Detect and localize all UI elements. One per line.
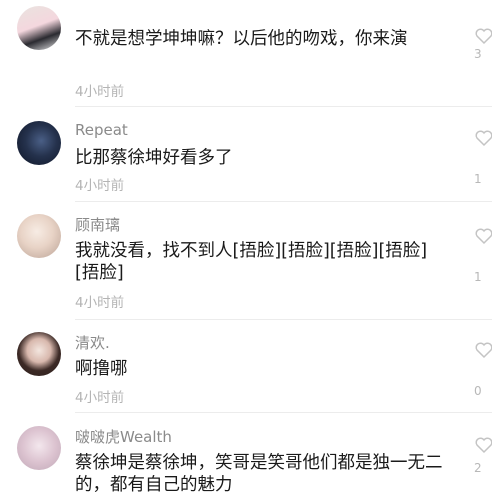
- heart-outline-icon: [475, 28, 492, 45]
- comment-text: 我就没看，找不到人[捂脸][捂脸][捂脸][捂脸][捂脸]: [75, 241, 428, 283]
- heart-outline-icon: [475, 130, 492, 147]
- heart-outline-icon: [475, 437, 492, 454]
- comment-text: 蔡徐坤是蔡徐坤，笑哥是笑哥他们都是独一无二的，都有自己的魅力: [75, 453, 443, 495]
- comment-item: Repeat 比那蔡徐坤好看多了 4小时前 1: [0, 108, 492, 202]
- like-count: 3: [474, 47, 482, 61]
- comment-item: 不就是想学坤坤嘛？以后他的吻戏，你来演 4小时前 3: [0, 0, 492, 108]
- heart-outline-icon: [475, 228, 492, 245]
- comment-item: 啵啵虎Wealth 蔡徐坤是蔡徐坤，笑哥是笑哥他们都是独一无二的，都有自己的魅力…: [0, 413, 492, 495]
- like-button[interactable]: 2: [474, 435, 492, 475]
- comment-text: 啊撸哪: [75, 359, 128, 379]
- username[interactable]: Repeat: [75, 121, 128, 139]
- heart-outline-icon: [475, 342, 492, 359]
- username[interactable]: 啵啵虎Wealth: [75, 426, 172, 447]
- comment-item: 清欢. 啊撸哪 4小时前 0: [0, 320, 492, 413]
- divider: [75, 106, 492, 107]
- like-count: 1: [474, 172, 482, 186]
- username[interactable]: 顾南璃: [75, 214, 120, 235]
- comment-text: 比那蔡徐坤好看多了: [75, 148, 233, 168]
- like-count: 1: [474, 270, 482, 284]
- comment-item: 顾南璃 我就没看，找不到人[捂脸][捂脸][捂脸][捂脸][捂脸] 4小时前 1: [0, 202, 492, 320]
- avatar[interactable]: [17, 332, 61, 376]
- comment-time: 4小时前: [75, 295, 125, 311]
- like-button[interactable]: 0: [474, 340, 492, 398]
- avatar[interactable]: [17, 214, 61, 258]
- comment-time: 4小时前: [75, 84, 125, 100]
- avatar[interactable]: [17, 121, 61, 165]
- avatar[interactable]: [17, 6, 61, 50]
- avatar[interactable]: [17, 426, 61, 470]
- like-button[interactable]: 3: [474, 26, 492, 61]
- comment-text: 不就是想学坤坤嘛？以后他的吻戏，你来演: [75, 29, 408, 49]
- like-button[interactable]: 1: [474, 128, 492, 186]
- like-button[interactable]: 1: [474, 226, 492, 284]
- comment-time: 4小时前: [75, 178, 125, 194]
- like-count: 0: [474, 384, 482, 398]
- comment-time: 4小时前: [75, 390, 125, 406]
- like-count: 2: [474, 461, 482, 475]
- username[interactable]: 清欢.: [75, 332, 110, 353]
